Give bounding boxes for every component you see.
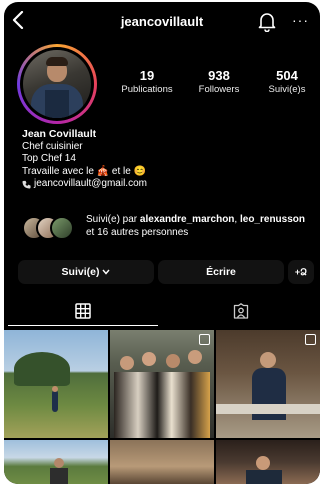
following-label: Suivi(e)s: [268, 84, 306, 95]
tab-tagged[interactable]: [162, 294, 320, 328]
profile-name: Jean Covillault: [22, 128, 97, 140]
post-thumbnail[interactable]: [4, 330, 108, 438]
message-button[interactable]: Écrire: [158, 260, 284, 284]
bio-line-2: Top Chef 14: [22, 153, 76, 164]
following-button-label: Suivi(e): [61, 266, 100, 278]
post-thumbnail[interactable]: [216, 330, 320, 438]
post-thumbnail[interactable]: [110, 440, 214, 484]
email-text: jeancovillault@gmail.com: [34, 178, 147, 189]
followed-by[interactable]: Suivi(e) par alexandre_marchon, leo_renu…: [22, 212, 312, 246]
post-thumbnail[interactable]: [4, 440, 108, 484]
message-button-label: Écrire: [206, 266, 236, 278]
more-icon: ···: [292, 12, 309, 28]
profile-bio: Jean Covillault Chef cuisinier Top Chef …: [22, 128, 312, 191]
profile-username[interactable]: jeancovillault: [64, 14, 260, 29]
notifications-button[interactable]: [258, 12, 276, 33]
back-button[interactable]: [12, 10, 30, 33]
active-tab-indicator: [8, 325, 158, 326]
follower-username[interactable]: alexandre_marchon: [140, 214, 235, 225]
multi-photo-icon: [199, 334, 210, 345]
emoji-2: 😊: [133, 165, 147, 177]
following-button[interactable]: Suivi(e): [18, 260, 154, 284]
profile-avatar[interactable]: [17, 44, 97, 124]
following-count: 504: [276, 68, 298, 83]
phone-icon: [22, 180, 31, 189]
posts-grid: [4, 330, 320, 484]
post-thumbnail[interactable]: [110, 330, 214, 438]
followers-count: 938: [208, 68, 230, 83]
publications-label: Publications: [121, 84, 173, 95]
tab-posts-grid[interactable]: [4, 294, 162, 328]
profile-screen: jeancovillault ··· 19 Publications 938 F…: [4, 2, 320, 484]
multi-photo-icon: [305, 334, 316, 345]
emoji-1: 🎪: [96, 165, 110, 177]
bio-line-3: Travaille avec le 🎪 et le 😊: [22, 165, 147, 177]
chevron-left-icon: [12, 10, 24, 30]
add-user-button[interactable]: +Ձ: [288, 260, 314, 284]
add-user-icon: +Ձ: [294, 266, 308, 277]
stat-publications[interactable]: 19 Publications: [112, 68, 182, 95]
profile-tabs: [4, 294, 320, 328]
email-link[interactable]: jeancovillault@gmail.com: [22, 178, 312, 191]
followed-by-text: Suivi(e) par alexandre_marchon, leo_renu…: [86, 214, 306, 238]
publications-count: 19: [139, 68, 155, 83]
followers-label: Followers: [198, 84, 240, 95]
top-bar: jeancovillault ···: [4, 2, 320, 42]
bell-icon: [258, 13, 276, 33]
chevron-down-icon: [102, 269, 111, 275]
follower-username[interactable]: leo_renusson: [240, 214, 305, 225]
tagged-icon: [233, 303, 249, 319]
more-options-button[interactable]: ···: [292, 12, 309, 28]
stat-followers[interactable]: 938 Followers: [184, 68, 254, 95]
avatar-photo: [23, 50, 91, 118]
follower-avatar: [50, 216, 74, 240]
post-thumbnail[interactable]: [216, 440, 320, 484]
bio-line-1: Chef cuisinier: [22, 140, 83, 152]
grid-icon: [75, 303, 91, 319]
stat-following[interactable]: 504 Suivi(e)s: [252, 68, 320, 95]
